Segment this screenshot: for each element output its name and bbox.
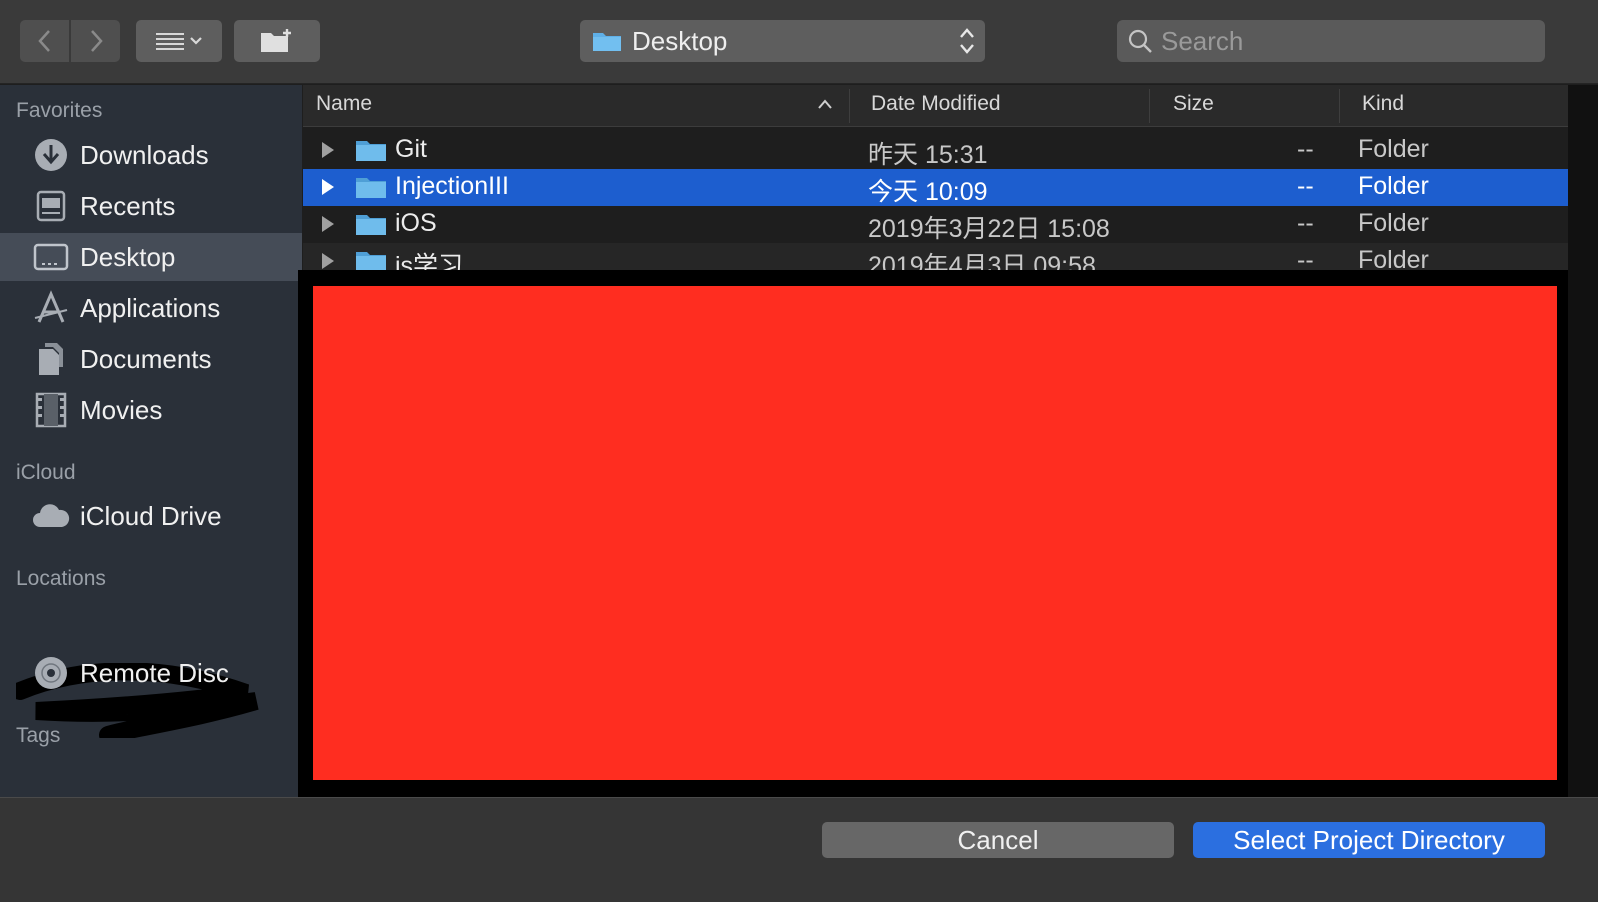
redaction-box xyxy=(313,286,1557,780)
column-size[interactable]: Size xyxy=(1173,92,1214,116)
movies-icon xyxy=(32,392,70,428)
new-folder-icon xyxy=(261,29,291,52)
dialog-footer: Cancel Select Project Directory xyxy=(0,797,1598,902)
back-button[interactable] xyxy=(20,20,69,62)
favorites-heading: Favorites xyxy=(16,99,103,122)
folder-icon xyxy=(593,33,621,51)
navigation-buttons xyxy=(20,20,120,62)
documents-icon xyxy=(32,341,70,377)
folder-icon xyxy=(356,178,386,198)
folder-icon xyxy=(356,141,386,161)
toolbar: Desktop Search xyxy=(0,0,1598,84)
window-edge xyxy=(1568,85,1598,797)
disclosure-triangle-icon[interactable] xyxy=(320,252,336,270)
remote-disc-icon xyxy=(32,655,70,691)
chevron-left-icon xyxy=(37,30,50,52)
sidebar: Favorites Downloads Recents Desktop Appl… xyxy=(0,85,302,797)
disclosure-triangle-icon[interactable] xyxy=(320,178,336,196)
column-header: Name Date Modified Size Kind xyxy=(303,85,1568,127)
downloads-icon xyxy=(32,137,70,173)
cancel-button[interactable]: Cancel xyxy=(822,822,1174,858)
select-project-directory-button[interactable]: Select Project Directory xyxy=(1193,822,1545,858)
new-folder-button[interactable] xyxy=(234,20,320,62)
file-row-injectioniii[interactable]: InjectionIII 今天 10:09 -- Folder xyxy=(303,169,1568,206)
view-options-button[interactable] xyxy=(136,20,222,62)
column-kind[interactable]: Kind xyxy=(1362,92,1404,116)
column-name[interactable]: Name xyxy=(316,92,372,116)
file-row-git[interactable]: Git 昨天 15:31 -- Folder xyxy=(303,132,1568,169)
chevron-right-icon xyxy=(90,30,103,52)
location-label: Desktop xyxy=(632,25,728,56)
location-popup[interactable]: Desktop xyxy=(580,20,985,62)
applications-icon xyxy=(32,290,70,326)
sidebar-item-documents[interactable]: Documents xyxy=(0,335,302,383)
sidebar-item-remote-disc[interactable]: Remote Disc xyxy=(0,649,302,697)
locations-heading: Locations xyxy=(16,567,106,590)
cloud-icon xyxy=(32,498,70,534)
search-field[interactable]: Search xyxy=(1117,20,1545,62)
tags-heading: Tags xyxy=(16,724,61,747)
icloud-heading: iCloud xyxy=(16,461,76,484)
disclosure-triangle-icon[interactable] xyxy=(320,141,336,159)
sidebar-item-desktop[interactable]: Desktop xyxy=(0,233,302,281)
sidebar-item-recents[interactable]: Recents xyxy=(0,182,302,230)
file-row-ios[interactable]: iOS 2019年3月22日 15:08 -- Folder xyxy=(303,206,1568,243)
sidebar-item-movies[interactable]: Movies xyxy=(0,386,302,434)
recents-icon xyxy=(32,188,70,224)
list-view-icon xyxy=(156,33,202,50)
sidebar-item-downloads[interactable]: Downloads xyxy=(0,131,302,179)
column-date-modified[interactable]: Date Modified xyxy=(871,92,1001,116)
desktop-icon xyxy=(32,239,70,275)
sidebar-item-icloud-drive[interactable]: iCloud Drive xyxy=(0,492,302,540)
forward-button[interactable] xyxy=(71,20,120,62)
sidebar-item-applications[interactable]: Applications xyxy=(0,284,302,332)
folder-icon xyxy=(356,215,386,235)
search-icon xyxy=(1128,29,1152,53)
sort-ascending-icon xyxy=(818,99,832,109)
up-down-arrows-icon xyxy=(960,28,974,54)
disclosure-triangle-icon[interactable] xyxy=(320,215,336,233)
search-placeholder: Search xyxy=(1161,25,1244,56)
